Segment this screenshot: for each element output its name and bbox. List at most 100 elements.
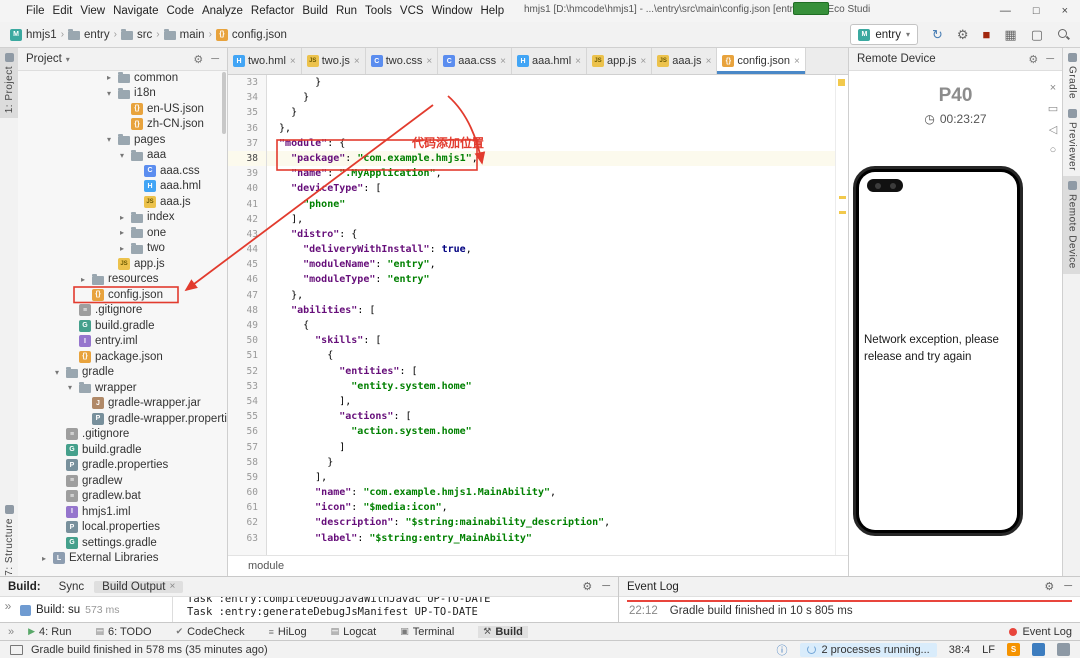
- code-line[interactable]: "actions": [: [267, 409, 836, 424]
- tree-item-package.json[interactable]: {}package.json: [18, 349, 227, 365]
- code-line[interactable]: },: [267, 288, 836, 303]
- close-tab-icon[interactable]: ×: [794, 56, 800, 67]
- menu-help[interactable]: Help: [476, 5, 508, 17]
- menu-file[interactable]: File: [22, 5, 49, 17]
- expand-icon[interactable]: »: [0, 597, 16, 623]
- code-line[interactable]: "entities": [: [267, 364, 836, 379]
- device-rotate-icon[interactable]: ▭: [1046, 102, 1060, 115]
- code-line[interactable]: "name": "com.example.hmjs1.MainAbility",: [267, 485, 836, 500]
- tree-item-hmjs1.iml[interactable]: Ihmjs1.iml: [18, 504, 227, 520]
- gear-icon[interactable]: ⚙: [1028, 53, 1038, 66]
- tree-item-i18n[interactable]: ▾i18n: [18, 86, 227, 102]
- tree-item-local.properties[interactable]: Plocal.properties: [18, 520, 227, 536]
- warning-mark[interactable]: [839, 211, 846, 214]
- window-layout-icon[interactable]: ▢: [1031, 28, 1043, 42]
- tree-item-gradlew.bat[interactable]: ≡gradlew.bat: [18, 489, 227, 505]
- tab-two.css[interactable]: Ctwo.css×: [366, 48, 439, 74]
- code-line[interactable]: "phone": [267, 197, 836, 212]
- tree-item-wrapper[interactable]: ▾wrapper: [18, 380, 227, 396]
- code-line[interactable]: ],: [267, 470, 836, 485]
- code-line[interactable]: "moduleName": "entry",: [267, 257, 836, 272]
- menu-tools[interactable]: Tools: [361, 5, 396, 17]
- device-home-icon[interactable]: ○: [1046, 144, 1060, 156]
- tool-tab-terminal[interactable]: ▣Terminal: [400, 626, 454, 638]
- hide-panel-icon[interactable]: ─: [1046, 53, 1054, 66]
- code-line[interactable]: {: [267, 348, 836, 363]
- tool-strip-remote-device[interactable]: Remote Device: [1063, 176, 1080, 274]
- breadcrumb-main[interactable]: main: [164, 29, 205, 41]
- close-tab-icon[interactable]: ×: [169, 581, 175, 592]
- breadcrumb-hmjs1[interactable]: Mhmjs1: [10, 29, 57, 41]
- code-line[interactable]: }: [267, 455, 836, 470]
- search-icon[interactable]: [1057, 28, 1070, 41]
- toolwindow-switcher-icon[interactable]: [10, 645, 23, 655]
- tree-item-config.json[interactable]: {}config.json: [18, 287, 227, 303]
- code-line[interactable]: "package": "com.example.hmjs1",: [267, 151, 836, 166]
- tree-item-pages[interactable]: ▾pages: [18, 132, 227, 148]
- code-line[interactable]: },: [267, 121, 836, 136]
- build-tab-build-output[interactable]: Build Output×: [94, 581, 183, 593]
- code-area[interactable]: 3334353637383940414243444546474849505152…: [228, 75, 848, 555]
- tool-strip-1-project[interactable]: 1: Project: [0, 48, 18, 118]
- close-tab-icon[interactable]: ×: [640, 56, 646, 67]
- input-method-icon[interactable]: S: [1007, 643, 1020, 656]
- code-line[interactable]: ]: [267, 440, 836, 455]
- tool-strip-gradle[interactable]: Gradle: [1063, 48, 1080, 104]
- tree-item-build.gradle[interactable]: Gbuild.gradle: [18, 442, 227, 458]
- tree-item-aaa.hml[interactable]: Haaa.hml: [18, 179, 227, 195]
- code-line[interactable]: "name": ".MyApplication",: [267, 166, 836, 181]
- tree-item-.gitignore[interactable]: ≡.gitignore: [18, 427, 227, 443]
- code-line[interactable]: {: [267, 318, 836, 333]
- tree-item-gradle.properties[interactable]: Pgradle.properties: [18, 458, 227, 474]
- menu-refactor[interactable]: Refactor: [247, 5, 298, 17]
- breadcrumb-config.json[interactable]: {}config.json: [216, 29, 287, 41]
- menu-analyze[interactable]: Analyze: [198, 5, 247, 17]
- code-line[interactable]: }: [267, 75, 836, 90]
- close-button[interactable]: ×: [1062, 5, 1068, 17]
- code-line[interactable]: "distro": {: [267, 227, 836, 242]
- gear-icon[interactable]: ⚙: [582, 580, 592, 593]
- tree-item-build.gradle[interactable]: Gbuild.gradle: [18, 318, 227, 334]
- code-line[interactable]: "deliveryWithInstall": true,: [267, 242, 836, 257]
- tool-tab-codecheck[interactable]: ✔CodeCheck: [176, 626, 245, 638]
- menu-window[interactable]: Window: [428, 5, 477, 17]
- maximize-button[interactable]: □: [1033, 5, 1040, 17]
- tree-item-two[interactable]: ▸two: [18, 241, 227, 257]
- tab-aaa.hml[interactable]: Haaa.hml×: [512, 48, 587, 74]
- error-stripe[interactable]: [835, 75, 848, 555]
- menu-vcs[interactable]: VCS: [396, 5, 428, 17]
- project-scrollbar[interactable]: [222, 72, 226, 134]
- close-tab-icon[interactable]: ×: [500, 56, 506, 67]
- settings-icon[interactable]: ⚙: [957, 28, 969, 42]
- menu-edit[interactable]: Edit: [49, 5, 77, 17]
- hide-panel-icon[interactable]: ─: [211, 53, 219, 66]
- tree-item-index[interactable]: ▸index: [18, 210, 227, 226]
- tab-aaa.js[interactable]: JSaaa.js×: [652, 48, 717, 74]
- tree-item-gradlew[interactable]: ≡gradlew: [18, 473, 227, 489]
- keyboard-icon[interactable]: [1057, 643, 1070, 656]
- event-log-entry[interactable]: 22:12Gradle build finished in 10 s 805 m…: [619, 602, 1080, 620]
- tree-item-.gitignore[interactable]: ≡.gitignore: [18, 303, 227, 319]
- tab-two.js[interactable]: JStwo.js×: [302, 48, 366, 74]
- tool-tab-build[interactable]: ⚒Build: [478, 626, 528, 638]
- code-line[interactable]: "action.system.home": [267, 424, 836, 439]
- tab-app.js[interactable]: JSapp.js×: [587, 48, 652, 74]
- editor-breadcrumb[interactable]: module: [228, 555, 848, 576]
- tree-item-settings.gradle[interactable]: Gsettings.gradle: [18, 535, 227, 551]
- tree-item-gradle[interactable]: ▾gradle: [18, 365, 227, 381]
- gear-icon[interactable]: ⚙: [193, 53, 203, 66]
- tab-config.json[interactable]: {}config.json×: [717, 48, 805, 74]
- code-line[interactable]: "skills": [: [267, 333, 836, 348]
- close-tab-icon[interactable]: ×: [354, 56, 360, 67]
- code-line[interactable]: "label": "$string:entry_MainAbility": [267, 531, 836, 546]
- stop-icon[interactable]: ■: [983, 28, 991, 42]
- tool-tab-hilog[interactable]: ≡HiLog: [269, 626, 307, 638]
- project-panel-title[interactable]: Project: [26, 53, 62, 65]
- device-manager-icon[interactable]: ▦: [1004, 28, 1016, 42]
- hide-panel-icon[interactable]: ─: [1064, 580, 1072, 593]
- menu-run[interactable]: Run: [332, 5, 361, 17]
- tool-strip-7-structure[interactable]: 7: Structure: [0, 500, 18, 581]
- hide-panel-icon[interactable]: ─: [602, 580, 610, 593]
- editor-code[interactable]: } } } }, "module": { "package": "com.exa…: [267, 75, 836, 555]
- close-tab-icon[interactable]: ×: [575, 56, 581, 67]
